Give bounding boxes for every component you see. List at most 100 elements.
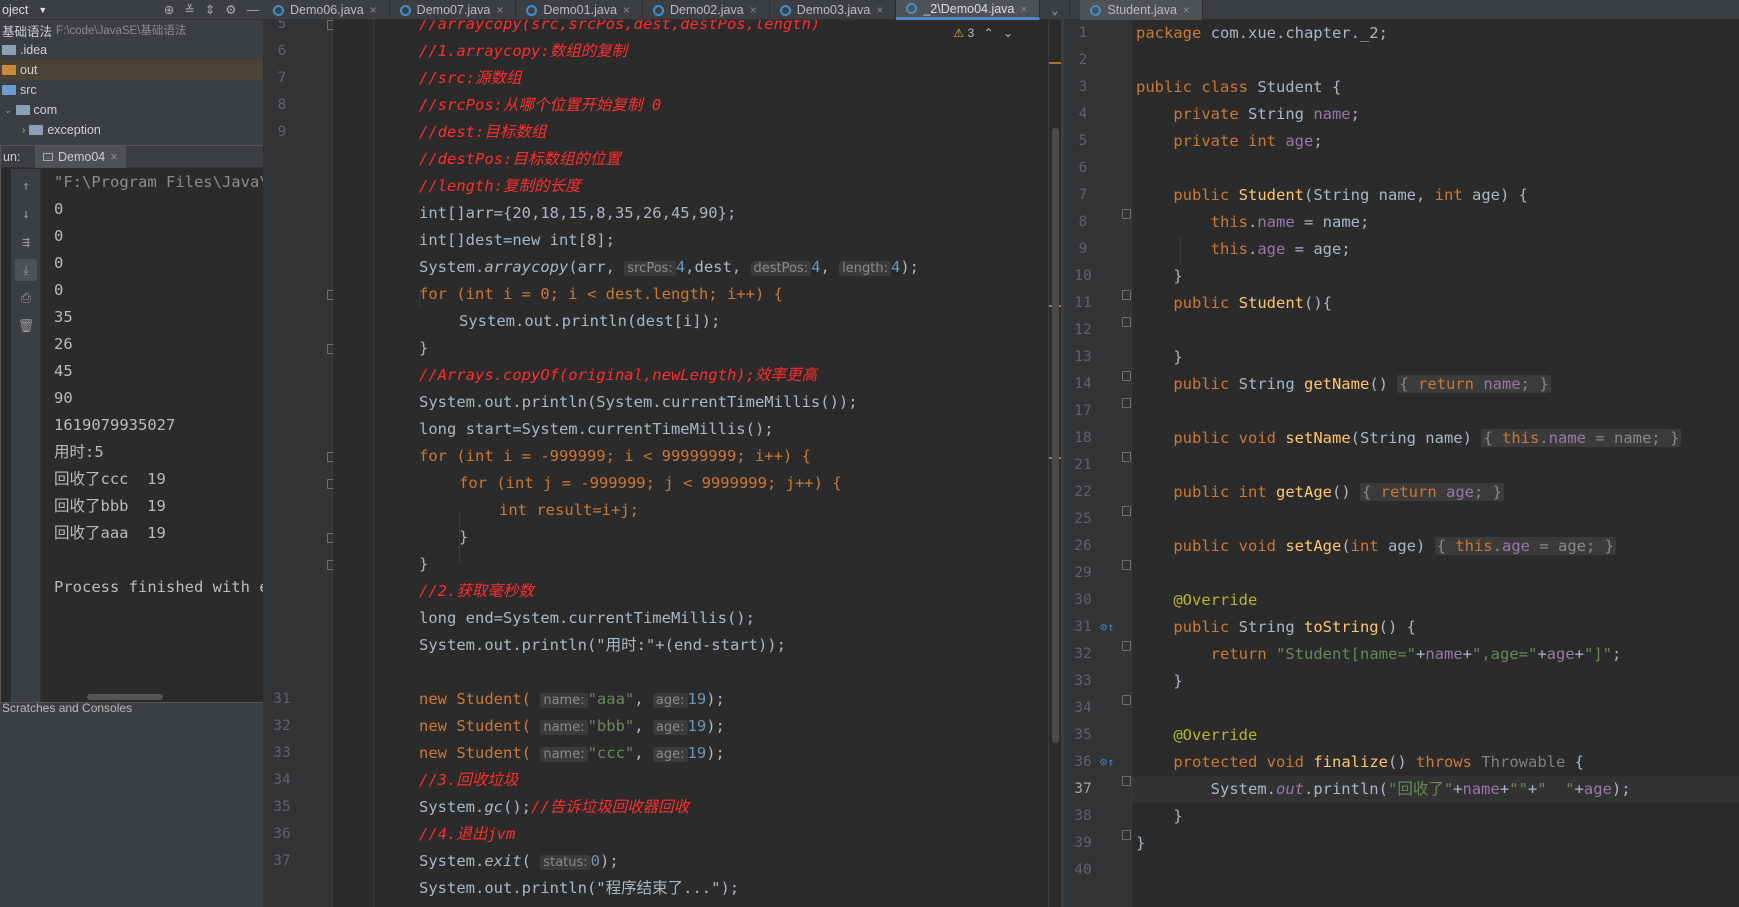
project-root-name: 基础语法 [2,24,53,39]
line-number: 9 [277,124,287,140]
warning-marker[interactable] [1049,62,1061,64]
run-tab-label: Demo04 [58,149,106,164]
project-root-path: F:\code\JavaSE\基础语法 [56,25,187,37]
gear-icon[interactable]: ⚙ [225,2,236,17]
tree-item-com[interactable]: ⌄ com [0,100,263,120]
fold-marker[interactable] [1122,371,1131,381]
override-method-icon[interactable]: ⊙↑ [1100,749,1114,776]
close-icon[interactable]: × [876,3,883,17]
fold-marker[interactable] [1122,398,1131,408]
fold-marker[interactable] [1122,506,1131,516]
tab-demo04[interactable]: _2\Demo04.java × [896,0,1041,20]
package-icon [15,105,30,115]
up-arrow-icon[interactable]: ↑ [15,175,37,197]
scroll-to-end-icon[interactable]: ⤓ [15,259,37,281]
fold-marker[interactable] [327,479,333,489]
tree-item-label: out [20,63,38,77]
tab-label: Demo01.java [543,3,617,17]
fold-marker[interactable] [327,344,333,354]
tab-demo06[interactable]: Demo06.java × [263,0,390,20]
code-line: this.age = age; [1210,240,1351,258]
chevron-down-icon[interactable]: ▼ [38,5,47,15]
tab-demo03[interactable]: Demo03.java × [770,0,897,20]
fold-marker[interactable] [1122,290,1131,300]
fold-marker[interactable] [1122,317,1131,327]
scratches-and-consoles[interactable]: Scratches and Consoles [0,701,132,717]
code-editor-demo04[interactable]: ⚠ 3 ⌃ ⌄ //arraycopy(src,srcPos,dest,dest… [333,20,1053,907]
tree-item-out[interactable]: out [0,60,263,80]
tab-student[interactable]: Student.java × [1080,0,1203,20]
tab-demo07[interactable]: Demo07.java × [390,0,517,20]
fold-marker[interactable] [1122,560,1131,570]
tree-item-label: src [20,83,37,97]
fold-marker[interactable] [1122,641,1131,651]
warning-indicator[interactable]: ⚠ 3 ⌃ ⌄ [953,26,1013,40]
fold-marker[interactable] [1122,452,1131,462]
code-line: } [1136,672,1183,690]
expand-all-icon[interactable]: ⇕ [205,2,215,17]
fold-marker[interactable] [327,533,333,543]
chevron-right-icon[interactable]: › [22,125,25,136]
project-root[interactable]: 基础语法 F:\code\JavaSE\基础语法 [0,20,263,40]
close-icon[interactable]: × [370,3,377,17]
code-line: int result=i+j; [499,501,639,519]
parameter-hint: length: [839,261,891,276]
code-line: package com.xue.chapter._2; [1136,24,1388,42]
fold-marker[interactable] [327,560,333,570]
line-number: 31 [273,691,291,707]
tab-demo02[interactable]: Demo02.java × [643,0,770,20]
horizontal-scrollbar[interactable] [87,694,163,700]
code-line: public String getName() { return name; } [1173,375,1551,393]
close-icon[interactable]: × [110,150,117,164]
tree-item-idea[interactable]: .idea [0,40,263,60]
folder-icon [2,85,16,95]
line-number: 17 [1074,403,1092,419]
tab-label: Demo03.java [796,3,871,17]
fold-marker[interactable] [1122,830,1131,840]
run-tab[interactable]: Demo04 × [35,145,126,168]
line-number: 5 [277,20,287,32]
fold-marker[interactable] [1122,209,1131,219]
fold-marker[interactable] [327,20,333,30]
vertical-scrollbar[interactable] [1048,20,1061,907]
fold-marker[interactable] [1122,695,1131,705]
chevron-down-icon[interactable]: ⌄ [1003,26,1013,40]
tab-demo01[interactable]: Demo01.java × [516,0,644,20]
close-icon[interactable]: × [1020,2,1027,16]
tab-overflow-chevron-icon[interactable]: ⌄ [1040,0,1071,19]
code-line: } [1136,267,1183,285]
minimize-icon[interactable]: — [247,3,260,17]
close-icon[interactable]: × [496,3,503,17]
line-number: 10 [1074,268,1092,284]
code-line: public void setName(String name) { this.… [1173,429,1682,447]
override-method-icon[interactable]: ⊙↑ [1100,614,1114,641]
tree-item-exception[interactable]: › exception [0,120,263,140]
close-icon[interactable]: × [750,3,757,17]
code-editor-student[interactable]: package com.xue.chapter._2; public class… [1132,20,1739,907]
code-line: new Student( name: "ccc", age: 19); [419,744,725,762]
line-number: 40 [1074,862,1092,878]
close-icon[interactable]: × [623,3,630,17]
tree-item-src[interactable]: src [0,80,263,100]
code-line: for (int j = -999999; j < 9999999; j++) … [459,474,842,492]
code-line: //length:复制的长度 [419,177,581,195]
chevron-up-icon[interactable]: ⌃ [984,26,994,40]
trash-icon[interactable]: 🗑 [15,315,37,337]
fold-marker[interactable] [327,452,333,462]
scroll-thumb[interactable] [1052,128,1059,743]
line-number: 29 [1074,565,1092,581]
chevron-down-icon[interactable]: ⌄ [4,105,12,116]
target-icon[interactable]: ⊕ [164,2,174,17]
collapse-all-icon[interactable]: ≚ [184,2,194,17]
line-number: 31 [1074,619,1092,635]
down-arrow-icon[interactable]: ↓ [15,203,37,225]
print-icon[interactable]: ⎙ [15,287,37,309]
code-line: //srcPos:从哪个位置开始复制 0 [419,96,662,114]
soft-wrap-icon[interactable]: ⇶ [15,231,37,253]
project-view-dropdown[interactable]: oject [2,3,28,17]
close-icon[interactable]: × [1183,3,1190,17]
line-number: 35 [273,799,291,815]
fold-marker[interactable] [327,290,333,300]
fold-marker[interactable] [1122,776,1131,786]
line-number: 26 [1074,538,1092,554]
